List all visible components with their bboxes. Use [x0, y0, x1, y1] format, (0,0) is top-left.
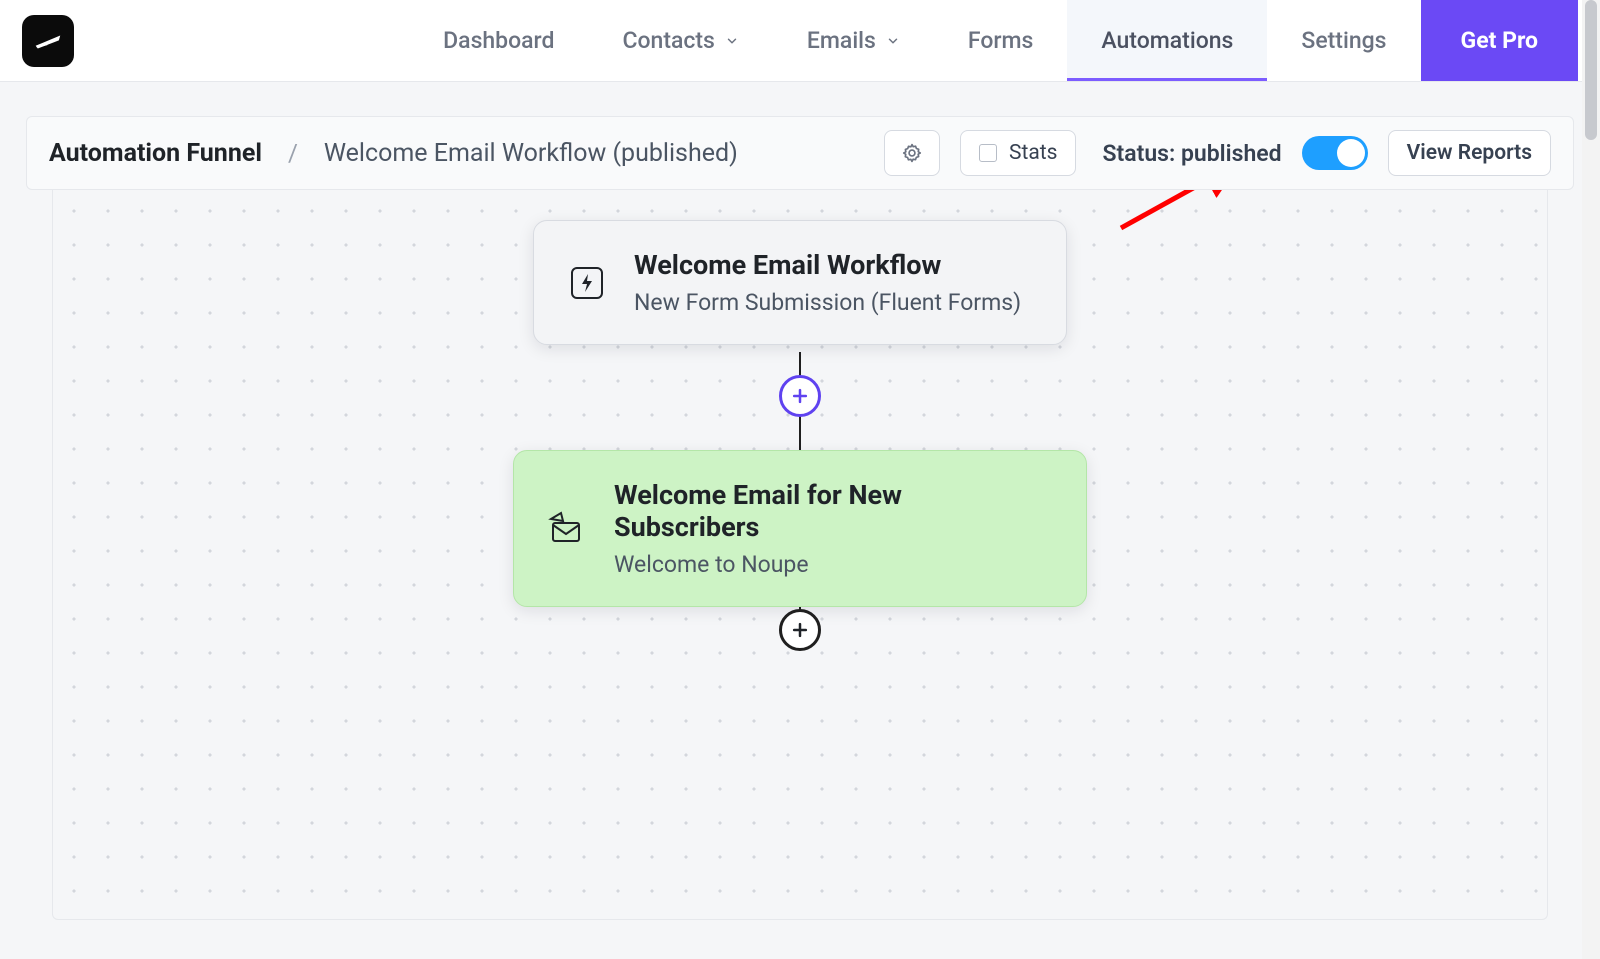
gear-icon [901, 142, 923, 164]
trigger-node[interactable]: Welcome Email Workflow New Form Submissi… [533, 220, 1067, 345]
trigger-node-title: Welcome Email Workflow [634, 249, 1021, 281]
nav-item-label: Emails [807, 27, 876, 54]
nav-forms[interactable]: Forms [934, 0, 1068, 81]
lightning-icon [566, 262, 608, 304]
get-pro-button[interactable]: Get Pro [1421, 0, 1578, 81]
nav-automations[interactable]: Automations [1067, 0, 1267, 81]
breadcrumb-title: Welcome Email Workflow (published) [324, 139, 738, 168]
nav-settings[interactable]: Settings [1267, 0, 1420, 81]
settings-button[interactable] [884, 130, 940, 176]
nav-item-label: Dashboard [443, 27, 554, 54]
view-reports-button[interactable]: View Reports [1388, 130, 1551, 176]
add-step-end-button[interactable] [779, 609, 821, 651]
view-reports-label: View Reports [1407, 141, 1532, 165]
send-email-icon [546, 508, 588, 550]
chevron-down-icon [725, 34, 739, 48]
plus-icon [790, 386, 810, 406]
logo-icon [31, 24, 65, 58]
action-node[interactable]: Welcome Email for New Subscribers Welcom… [513, 450, 1087, 607]
nav-item-label: Automations [1101, 27, 1233, 54]
app-logo[interactable] [22, 15, 74, 67]
status-label: Status: published [1102, 140, 1281, 167]
nav-contacts[interactable]: Contacts [588, 0, 772, 81]
breadcrumb-root[interactable]: Automation Funnel [49, 139, 262, 168]
nav-item-label: Contacts [622, 27, 714, 54]
trigger-node-subtitle: New Form Submission (Fluent Forms) [634, 289, 1021, 316]
funnel-toolbar: Automation Funnel / Welcome Email Workfl… [26, 116, 1574, 190]
nav-item-label: Settings [1301, 27, 1386, 54]
plus-icon [790, 620, 810, 640]
stats-toggle-button[interactable]: Stats [960, 130, 1076, 176]
action-node-title: Welcome Email for New Subscribers [614, 479, 1054, 543]
get-pro-label: Get Pro [1461, 27, 1538, 54]
workflow-canvas[interactable]: Welcome Email Workflow New Form Submissi… [52, 190, 1548, 920]
checkbox-icon [979, 144, 997, 162]
top-navbar: Dashboard Contacts Emails Forms Automati… [0, 0, 1600, 82]
breadcrumb-separator: / [282, 139, 304, 167]
annotation-arrow [1113, 190, 1273, 236]
chevron-down-icon [886, 34, 900, 48]
nav-item-label: Forms [968, 27, 1034, 54]
action-node-subtitle: Welcome to Noupe [614, 551, 1054, 578]
nav-emails[interactable]: Emails [773, 0, 934, 81]
stats-label: Stats [1009, 141, 1057, 165]
status-toggle[interactable] [1302, 136, 1368, 170]
add-step-button[interactable] [779, 375, 821, 417]
nav-dashboard[interactable]: Dashboard [409, 0, 588, 81]
main-nav: Dashboard Contacts Emails Forms Automati… [409, 0, 1578, 81]
vertical-scrollbar[interactable] [1582, 0, 1600, 959]
